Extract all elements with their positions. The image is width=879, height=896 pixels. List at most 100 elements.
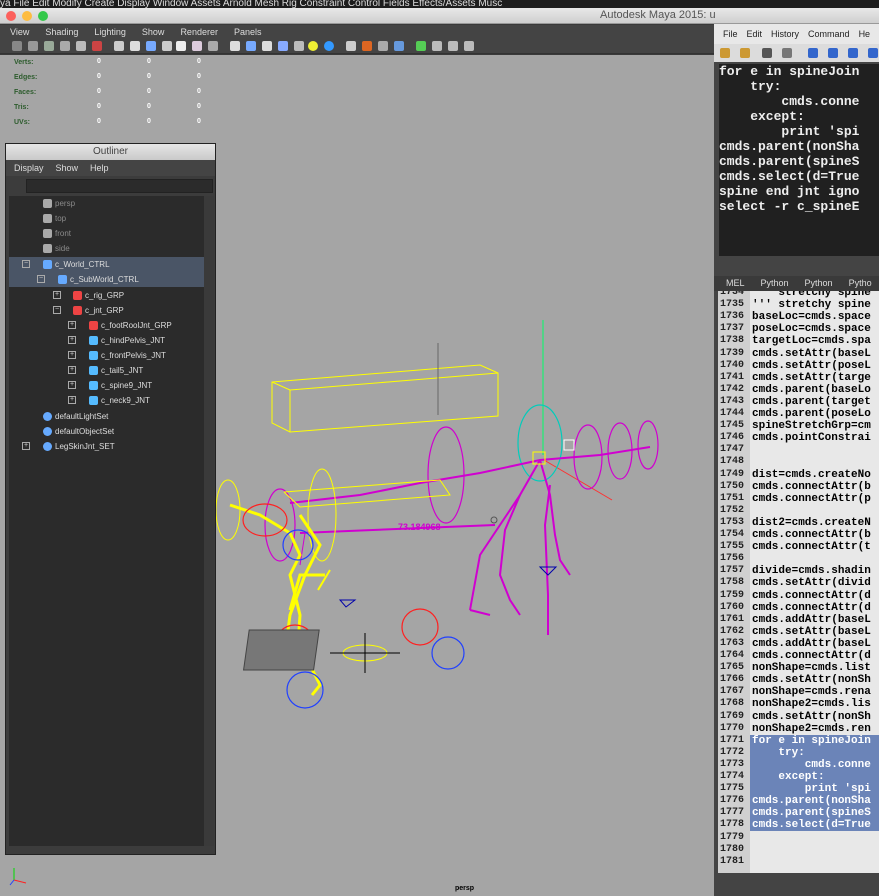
cube-icon[interactable]	[246, 41, 256, 51]
tab-python-3[interactable]: Pytho	[845, 276, 876, 291]
menu-view[interactable]: View	[10, 27, 29, 37]
tree-item-world-ctrl[interactable]: − c_World_CTRL	[9, 257, 204, 272]
two-panel-icon[interactable]	[432, 41, 442, 51]
source-icon[interactable]	[740, 48, 750, 58]
tree-item-side[interactable]: side	[9, 241, 204, 256]
set-icon	[43, 442, 52, 452]
save-shelf-icon[interactable]	[782, 48, 792, 58]
outliner-search-input[interactable]	[26, 179, 213, 193]
clear-input-icon[interactable]	[868, 48, 878, 58]
anti-alias-icon[interactable]	[294, 41, 304, 51]
tree-item-default-light-set[interactable]: defaultLightSet	[9, 409, 204, 424]
tree-item-spine9-jnt[interactable]: + c_spine9_JNT	[9, 378, 204, 393]
mac-menu-bar[interactable]: ya File Edit Modify Create Display Windo…	[0, 0, 879, 8]
tab-mel[interactable]: MEL	[722, 276, 749, 291]
tab-python-2[interactable]: Python	[801, 276, 837, 291]
outliner-tree[interactable]: persp top front side − c_World_CTRL − c_Su…	[9, 196, 204, 846]
gamma-icon[interactable]	[378, 41, 388, 51]
bookmark-icon[interactable]	[28, 41, 38, 51]
outliner-menu-help[interactable]: Help	[90, 163, 109, 173]
resolution-gate-icon[interactable]	[92, 41, 102, 51]
hud-icon[interactable]	[362, 41, 372, 51]
four-panel-icon[interactable]	[448, 41, 458, 51]
isolate-icon[interactable]	[230, 41, 240, 51]
history-line: cmds.select(d=True	[719, 169, 860, 184]
motion-blur-icon[interactable]	[278, 41, 288, 51]
code-line: nonShape=cmds.list	[752, 662, 871, 675]
color-mgmt-icon[interactable]	[394, 41, 404, 51]
tree-item-default-object-set[interactable]: defaultObjectSet	[9, 424, 204, 439]
tab-python-1[interactable]: Python	[757, 276, 793, 291]
save-icon[interactable]	[762, 48, 772, 58]
tree-item-legskin-set[interactable]: + LegSkinJnt_SET	[9, 439, 204, 454]
menu-lighting[interactable]: Lighting	[94, 27, 126, 37]
expand-icon[interactable]: +	[22, 442, 30, 450]
collapse-icon[interactable]: −	[22, 260, 30, 268]
script-menu-edit[interactable]: Edit	[747, 29, 763, 39]
menu-panels[interactable]: Panels	[234, 27, 262, 37]
expand-icon[interactable]: +	[68, 381, 76, 389]
tree-item-jnt-grp[interactable]: − c_jnt_GRP	[9, 303, 204, 318]
script-input-editor[interactable]: 1734 1735 1736 1737 1738 1739 1740 1741 1742 1743…	[718, 291, 879, 873]
tree-item-footroll-grp[interactable]: + c_footRoolJnt_GRP	[9, 318, 204, 333]
shadows-icon[interactable]	[176, 41, 186, 51]
expand-icon[interactable]: +	[68, 396, 76, 404]
expand-icon[interactable]: +	[68, 351, 76, 359]
maximize-icon[interactable]	[38, 11, 48, 21]
expand-icon[interactable]: +	[53, 291, 61, 299]
image-plane-icon[interactable]	[44, 41, 54, 51]
camera-icon[interactable]	[346, 41, 356, 51]
select-camera-icon[interactable]	[12, 41, 22, 51]
grid-icon[interactable]	[60, 41, 70, 51]
textured-icon[interactable]	[146, 41, 156, 51]
collapse-icon[interactable]: −	[37, 275, 45, 283]
script-menu-file[interactable]: File	[723, 29, 738, 39]
expand-icon[interactable]: +	[68, 336, 76, 344]
close-icon[interactable]	[6, 11, 16, 21]
xray-icon[interactable]	[192, 41, 202, 51]
tree-item-hindpelvis-jnt[interactable]: + c_hindPelvis_JNT	[9, 333, 204, 348]
panel-layout-icon[interactable]	[416, 41, 426, 51]
script-menu-command[interactable]: Command	[808, 29, 850, 39]
expand-icon[interactable]: +	[68, 321, 76, 329]
minimize-icon[interactable]	[22, 11, 32, 21]
tree-item-persp[interactable]: persp	[9, 196, 204, 211]
script-history-output[interactable]: for e in spineJoin try: cmds.conne excep…	[719, 64, 879, 256]
sphere-icon[interactable]	[324, 41, 334, 51]
outliner-menu-display[interactable]: Display	[14, 163, 44, 173]
open-icon[interactable]	[720, 48, 730, 58]
line-number: 1777	[720, 807, 745, 819]
film-gate-icon[interactable]	[76, 41, 86, 51]
menu-shading[interactable]: Shading	[45, 27, 78, 37]
menu-renderer[interactable]: Renderer	[180, 27, 218, 37]
wireframe-icon[interactable]	[114, 41, 124, 51]
echo-icon[interactable]	[808, 48, 818, 58]
smooth-shade-icon[interactable]	[130, 41, 140, 51]
outliner-menu-show[interactable]: Show	[56, 163, 79, 173]
node-editor-icon[interactable]	[464, 41, 474, 51]
tree-item-subworld-ctrl[interactable]: − c_SubWorld_CTRL	[9, 272, 204, 287]
script-menu-help[interactable]: He	[859, 29, 871, 39]
menu-show[interactable]: Show	[142, 27, 165, 37]
outliner-scrollbar[interactable]	[204, 196, 214, 846]
clear-history-icon[interactable]	[848, 48, 858, 58]
tree-item-rig-grp[interactable]: + c_rig_GRP	[9, 288, 204, 303]
script-menu-history[interactable]: History	[771, 29, 799, 39]
distance-label: 73.184968	[398, 522, 441, 532]
collapse-icon[interactable]: −	[53, 306, 61, 314]
xray-joints-icon[interactable]	[208, 41, 218, 51]
tree-item-tail5-jnt[interactable]: + c_tail5_JNT	[9, 363, 204, 378]
tree-item-top[interactable]: top	[9, 211, 204, 226]
tree-item-neck9-jnt[interactable]: + c_neck9_JNT	[9, 393, 204, 408]
code-line: baseLoc=cmds.space	[752, 311, 871, 324]
light-icon[interactable]	[308, 41, 318, 51]
expand-icon[interactable]: +	[68, 366, 76, 374]
tree-item-frontpelvis-jnt[interactable]: + c_frontPelvis_JNT	[9, 348, 204, 363]
use-lights-icon[interactable]	[162, 41, 172, 51]
tree-item-front[interactable]: front	[9, 226, 204, 241]
code-line: cmds.setAttr(nonSh	[752, 674, 871, 687]
ssao-icon[interactable]	[262, 41, 272, 51]
line-numbers-icon[interactable]	[828, 48, 838, 58]
outliner-title[interactable]: Outliner	[6, 144, 215, 160]
line-number: 1736	[720, 311, 745, 323]
